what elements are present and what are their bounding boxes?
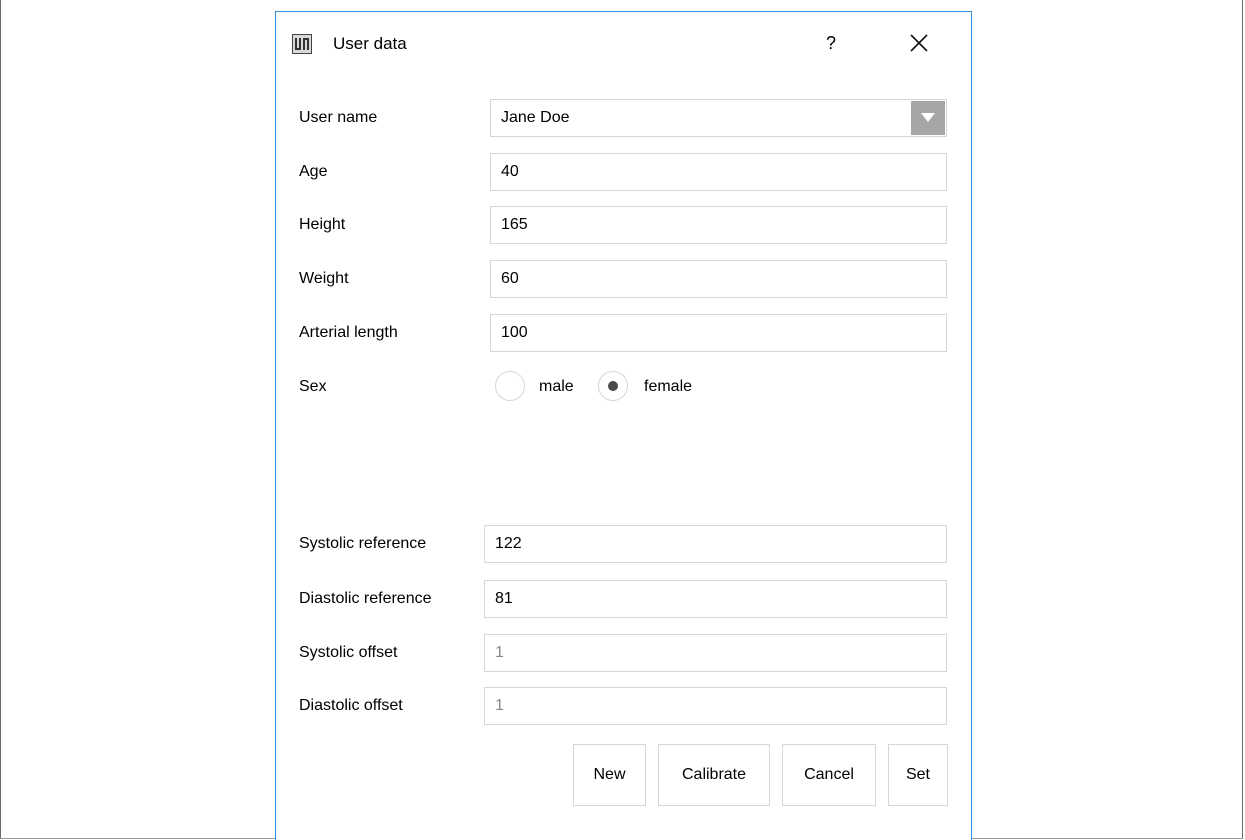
weight-label: Weight bbox=[299, 270, 349, 287]
female-radio[interactable] bbox=[598, 371, 628, 401]
female-radio-label[interactable]: female bbox=[644, 367, 692, 407]
app-logo-icon bbox=[292, 34, 312, 54]
height-input[interactable]: 165 bbox=[490, 206, 947, 244]
diastolic-reference-input[interactable]: 81 bbox=[484, 580, 947, 618]
diastolic-offset-row: Diastolic offset 1 bbox=[276, 686, 971, 726]
age-row: Age 40 bbox=[276, 152, 971, 192]
systolic-reference-input[interactable]: 122 bbox=[484, 525, 947, 563]
diastolic-reference-label: Diastolic reference bbox=[299, 590, 432, 607]
male-radio-label[interactable]: male bbox=[539, 367, 574, 407]
height-row: Height 165 bbox=[276, 205, 971, 245]
user-name-row: User name Jane Doe bbox=[276, 98, 971, 138]
systolic-offset-input: 1 bbox=[484, 634, 947, 672]
arterial-length-input[interactable]: 100 bbox=[490, 314, 947, 352]
systolic-reference-row: Systolic reference 122 bbox=[276, 524, 971, 564]
diastolic-offset-input: 1 bbox=[484, 687, 947, 725]
chevron-down-icon[interactable] bbox=[911, 101, 945, 135]
arterial-length-label: Arterial length bbox=[299, 324, 398, 341]
age-label: Age bbox=[299, 163, 328, 180]
help-button[interactable]: ? bbox=[821, 30, 841, 56]
arterial-length-row: Arterial length 100 bbox=[276, 313, 971, 353]
weight-row: Weight 60 bbox=[276, 259, 971, 299]
title-bar[interactable]: User data ? bbox=[276, 12, 971, 76]
user-name-label: User name bbox=[299, 109, 378, 126]
user-name-value: Jane Doe bbox=[501, 109, 570, 126]
cancel-button[interactable]: Cancel bbox=[782, 744, 876, 806]
window-title: User data bbox=[333, 34, 407, 53]
weight-input[interactable]: 60 bbox=[490, 260, 947, 298]
radio-selected-dot bbox=[608, 381, 618, 391]
diastolic-offset-label: Diastolic offset bbox=[299, 697, 403, 714]
height-label: Height bbox=[299, 216, 346, 233]
systolic-offset-row: Systolic offset 1 bbox=[276, 633, 971, 673]
close-icon[interactable] bbox=[906, 30, 932, 56]
sex-row: Sex male female bbox=[276, 367, 971, 407]
systolic-offset-label: Systolic offset bbox=[299, 644, 398, 661]
sex-label: Sex bbox=[299, 378, 327, 395]
age-input[interactable]: 40 bbox=[490, 153, 947, 191]
male-radio[interactable] bbox=[495, 371, 525, 401]
systolic-reference-label: Systolic reference bbox=[299, 535, 427, 552]
user-data-dialog: User data ? User name Jane Doe Age 40 He… bbox=[275, 11, 972, 840]
diastolic-reference-row: Diastolic reference 81 bbox=[276, 579, 971, 619]
set-button[interactable]: Set bbox=[888, 744, 948, 806]
calibrate-button[interactable]: Calibrate bbox=[658, 744, 770, 806]
user-name-combobox[interactable]: Jane Doe bbox=[490, 99, 947, 137]
new-button[interactable]: New bbox=[573, 744, 646, 806]
